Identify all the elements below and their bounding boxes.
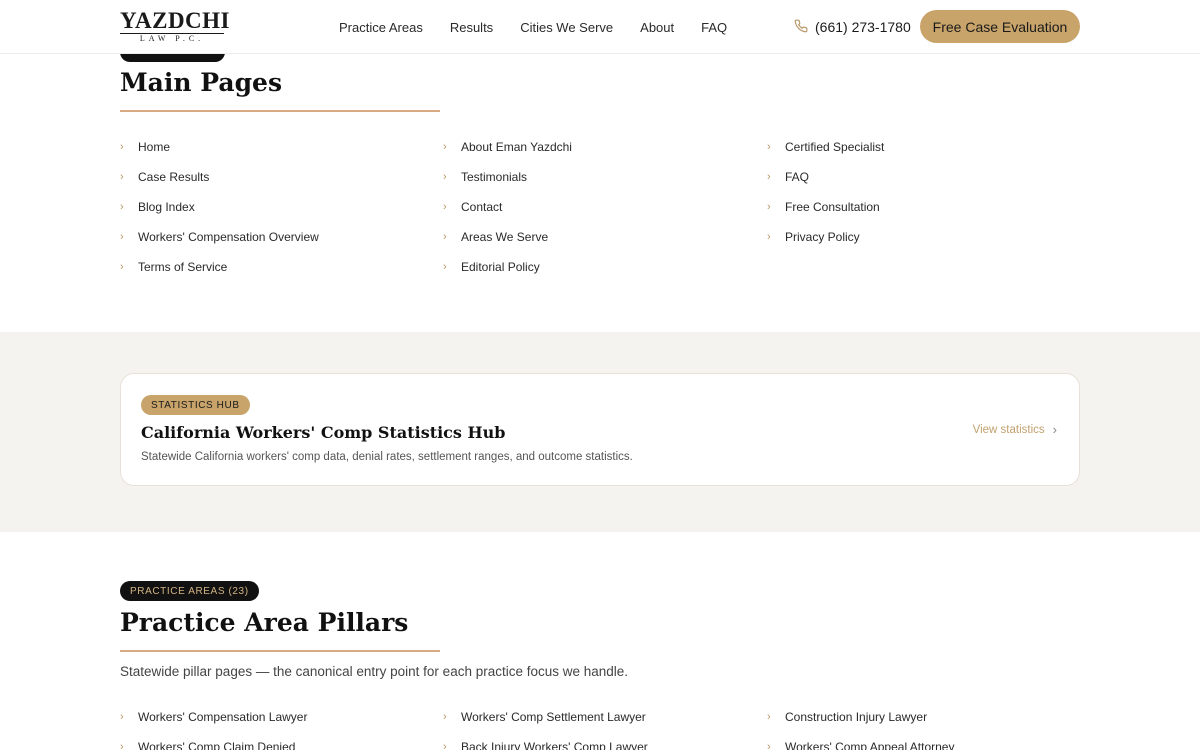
- main-page-link-label: Areas We Serve: [461, 230, 549, 244]
- main-pages-title: Main Pages: [120, 68, 283, 97]
- practice-area-link-label: Workers' Comp Settlement Lawyer: [461, 710, 646, 724]
- chevron-right-icon: ›: [120, 201, 124, 213]
- practice-area-link[interactable]: › Back Injury Workers' Comp Lawyer: [443, 740, 648, 750]
- main-page-link[interactable]: › Contact: [443, 200, 502, 214]
- practice-areas-title: Practice Area Pillars: [120, 608, 409, 637]
- main-page-link-label: Testimonials: [461, 170, 528, 184]
- chevron-right-icon: ›: [443, 141, 447, 153]
- view-statistics-label: View statistics: [972, 423, 1045, 436]
- chevron-right-icon: ›: [767, 711, 771, 723]
- chevron-right-icon: ›: [767, 231, 771, 243]
- main-page-link[interactable]: › Case Results: [120, 170, 209, 184]
- practice-area-link[interactable]: › Workers' Compensation Lawyer: [120, 710, 307, 724]
- practice-area-link[interactable]: › Workers' Comp Settlement Lawyer: [443, 710, 646, 724]
- practice-area-link[interactable]: › Workers' Comp Claim Denied: [120, 740, 295, 750]
- nav-about[interactable]: About: [640, 20, 674, 35]
- chevron-right-icon: ›: [120, 261, 124, 273]
- chevron-right-icon: ›: [443, 741, 447, 750]
- main-page-link-label: Contact: [461, 200, 503, 214]
- main-page-link[interactable]: › Blog Index: [120, 200, 195, 214]
- chevron-right-icon: ›: [120, 141, 124, 153]
- phone-link[interactable]: (661) 273-1780: [794, 0, 911, 54]
- main-page-link[interactable]: › Areas We Serve: [443, 230, 548, 244]
- practice-area-link[interactable]: › Construction Injury Lawyer: [767, 710, 927, 724]
- main-page-link[interactable]: › FAQ: [767, 170, 809, 184]
- chevron-right-icon: ›: [767, 171, 771, 183]
- view-statistics-link[interactable]: View statistics ›: [973, 422, 1057, 437]
- phone-icon: [794, 19, 815, 36]
- main-page-link[interactable]: › Privacy Policy: [767, 230, 860, 244]
- practice-area-link-label: Workers' Comp Claim Denied: [138, 740, 296, 750]
- chevron-right-icon: ›: [120, 711, 124, 723]
- chevron-right-icon: ›: [443, 261, 447, 273]
- chevron-right-icon: ›: [443, 231, 447, 243]
- chevron-right-icon: ›: [767, 201, 771, 213]
- main-page-link-label: Editorial Policy: [461, 260, 540, 274]
- main-page-link-label: Free Consultation: [785, 200, 880, 214]
- practice-area-link-label: Back Injury Workers' Comp Lawyer: [461, 740, 648, 750]
- chevron-right-icon: ›: [443, 171, 447, 183]
- chevron-right-icon: ›: [120, 741, 124, 750]
- practice-area-link-label: Workers' Compensation Lawyer: [138, 710, 308, 724]
- chevron-right-icon: ›: [1052, 422, 1057, 437]
- main-page-link-label: Workers' Compensation Overview: [138, 230, 319, 244]
- logo-subtitle: LAW P.C.: [120, 33, 224, 44]
- main-page-link-label: Terms of Service: [138, 260, 228, 274]
- practice-area-link-label: Construction Injury Lawyer: [785, 710, 928, 724]
- statistics-title: California Workers' Comp Statistics Hub: [141, 423, 506, 442]
- site-header: YAZDCHI LAW P.C. Practice Areas Results …: [0, 0, 1200, 54]
- free-case-evaluation-button[interactable]: Free Case Evaluation: [920, 10, 1080, 43]
- main-page-link[interactable]: › Testimonials: [443, 170, 527, 184]
- main-page-link[interactable]: › Certified Specialist: [767, 140, 884, 154]
- main-page-link[interactable]: › Home: [120, 140, 170, 154]
- main-page-link[interactable]: › Editorial Policy: [443, 260, 540, 274]
- chevron-right-icon: ›: [120, 231, 124, 243]
- main-page-link-label: Home: [138, 140, 171, 154]
- chevron-right-icon: ›: [767, 141, 771, 153]
- chevron-right-icon: ›: [443, 711, 447, 723]
- statistics-description: Statewide California workers' comp data,…: [141, 451, 633, 463]
- main-page-link-label: Blog Index: [138, 200, 195, 214]
- main-page-link-label: Case Results: [138, 170, 210, 184]
- chevron-right-icon: ›: [120, 171, 124, 183]
- title-underline: [120, 650, 440, 652]
- main-page-link-label: About Eman Yazdchi: [461, 140, 572, 154]
- practice-areas-intro: Statewide pillar pages — the canonical e…: [120, 664, 629, 679]
- phone-number: (661) 273-1780: [815, 19, 911, 35]
- nav-results[interactable]: Results: [450, 20, 493, 35]
- main-nav: Practice Areas Results Cities We Serve A…: [339, 0, 754, 54]
- main-page-link[interactable]: › About Eman Yazdchi: [443, 140, 572, 154]
- statistics-badge: STATISTICS HUB: [141, 395, 250, 415]
- chevron-right-icon: ›: [443, 201, 447, 213]
- statistics-card[interactable]: STATISTICS HUB California Workers' Comp …: [120, 373, 1080, 486]
- main-page-link-label: FAQ: [785, 170, 810, 184]
- nav-cities[interactable]: Cities We Serve: [520, 20, 613, 35]
- main-page-link-label: Privacy Policy: [785, 230, 860, 244]
- main-page-link-label: Certified Specialist: [785, 140, 885, 154]
- chevron-right-icon: ›: [767, 741, 771, 750]
- logo[interactable]: YAZDCHI LAW P.C.: [120, 8, 231, 44]
- nav-practice-areas[interactable]: Practice Areas: [339, 20, 423, 35]
- practice-areas-badge: PRACTICE AREAS (23): [120, 581, 259, 601]
- nav-faq[interactable]: FAQ: [701, 20, 727, 35]
- main-page-link[interactable]: › Workers' Compensation Overview: [120, 230, 319, 244]
- main-page-link[interactable]: › Terms of Service: [120, 260, 227, 274]
- practice-area-link[interactable]: › Workers' Comp Appeal Attorney: [767, 740, 954, 750]
- practice-area-link-label: Workers' Comp Appeal Attorney: [785, 740, 955, 750]
- main-page-link[interactable]: › Free Consultation: [767, 200, 880, 214]
- logo-wordmark: YAZDCHI: [120, 8, 231, 33]
- title-underline: [120, 110, 440, 112]
